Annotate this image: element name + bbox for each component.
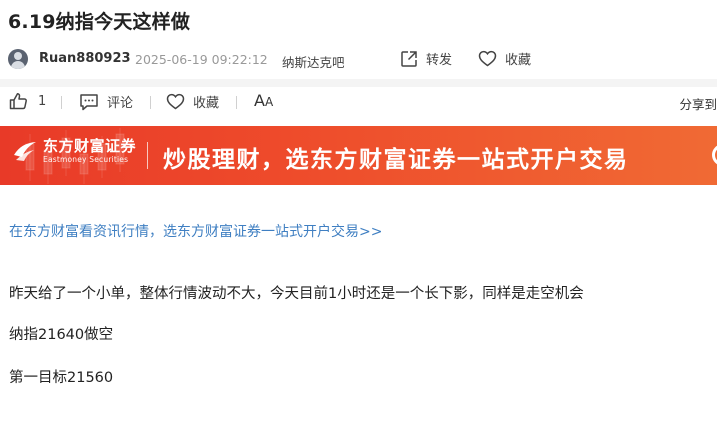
font-size-button[interactable]: AA	[254, 91, 273, 110]
article-meta: Ruan880923 2025-06-19 09:22:12 纳斯达克吧 转发 …	[8, 46, 717, 74]
article-title: 6.19纳指今天这样做	[8, 11, 191, 33]
favorite-button-top[interactable]: 收藏	[478, 49, 531, 68]
section-divider	[0, 79, 717, 87]
paragraph: 昨天给了一个小单，整体行情波动不大，今天目前1小时还是一个长下影，同样是走空机会	[9, 286, 584, 302]
font-size-icon-small: A	[264, 95, 274, 109]
promo-link[interactable]: 在东方财富看资讯行情，选东方财富证券一站式开户交易>>	[9, 221, 382, 241]
toolbar-separator	[236, 96, 237, 109]
banner-slogan: 炒股理财，选东方财富证券一站式开户交易	[163, 147, 629, 173]
brand-name-cn: 东方财富证券	[43, 137, 137, 155]
forward-button[interactable]: 转发	[400, 49, 452, 68]
paragraph: 第一目标21560	[9, 370, 114, 386]
toolbar-separator	[150, 96, 151, 109]
brand-separator	[147, 142, 148, 169]
thumbs-up-icon	[9, 93, 27, 110]
favorite-label: 收藏	[193, 96, 220, 111]
font-size-icon-large: A	[254, 91, 265, 110]
eastmoney-logo-icon	[14, 142, 36, 161]
author-name[interactable]: Ruan880923	[39, 51, 131, 66]
share-to-button[interactable]: 分享到	[679, 94, 717, 113]
comment-button[interactable]: 评论	[79, 92, 133, 111]
user-avatar[interactable]	[8, 49, 28, 69]
forum-link[interactable]: 纳斯达克吧	[282, 52, 345, 71]
forward-label: 转发	[426, 53, 453, 68]
toolbar-separator	[61, 96, 62, 109]
comment-label: 评论	[107, 96, 134, 111]
action-toolbar: 1 评论 收藏 AA 分享到	[0, 88, 717, 116]
heart-icon	[478, 50, 497, 67]
promo-banner[interactable]: 东方财富证券 Eastmoney Securities 炒股理财，选东方财富证券…	[0, 126, 717, 185]
brand-name-en: Eastmoney Securities	[43, 155, 129, 164]
like-count: 1	[38, 93, 47, 109]
brand-logo-group: 东方财富证券 Eastmoney Securities	[12, 137, 136, 165]
comment-icon	[80, 93, 98, 110]
post-datetime: 2025-06-19 09:22:12	[135, 52, 268, 67]
share-out-icon	[401, 50, 417, 67]
favorite-label-top: 收藏	[505, 53, 532, 68]
favorite-button[interactable]: 收藏	[166, 92, 219, 111]
paragraph: 纳指21640做空	[9, 327, 114, 343]
heart-icon	[166, 93, 185, 110]
like-button[interactable]: 1	[9, 92, 46, 110]
